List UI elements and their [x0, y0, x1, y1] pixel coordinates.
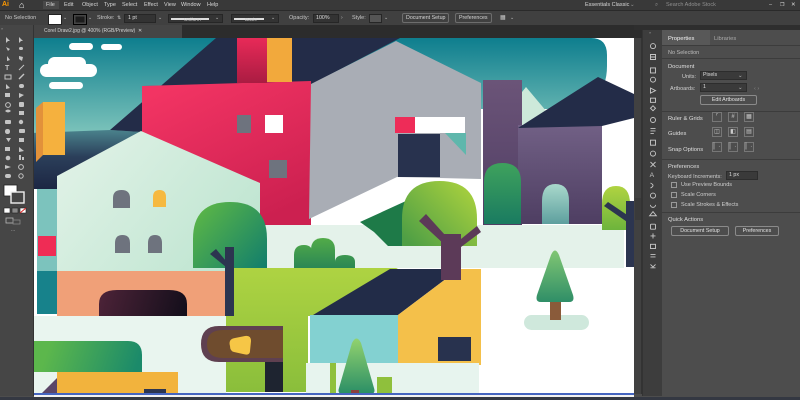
svg-text:...: ...	[11, 227, 15, 233]
svg-text:»: »	[1, 26, 4, 31]
svg-text:T: T	[5, 65, 10, 72]
svg-text:A: A	[650, 172, 655, 179]
svg-text:»: »	[649, 30, 652, 35]
